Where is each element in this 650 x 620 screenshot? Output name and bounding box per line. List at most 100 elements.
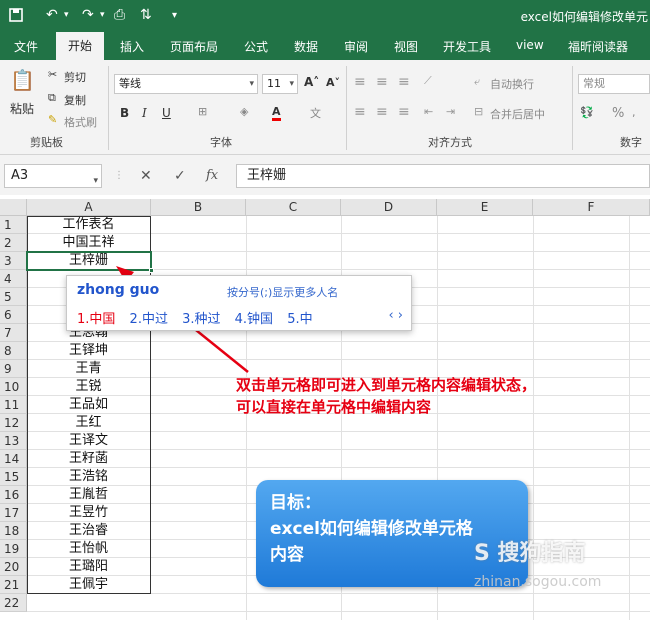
font-name-select[interactable]: 等线 ▾ bbox=[114, 74, 258, 94]
tab-page-layout[interactable]: 页面布局 bbox=[170, 38, 218, 55]
ime-candidate[interactable]: 3.种过 bbox=[182, 312, 220, 327]
font-size-select[interactable]: 11 ▾ bbox=[262, 74, 298, 94]
row-header[interactable]: 19 bbox=[0, 540, 27, 558]
print-preview-icon[interactable]: ⎙ bbox=[114, 7, 125, 23]
row-header[interactable]: 2 bbox=[0, 234, 27, 252]
grow-font-icon[interactable]: A˄ bbox=[304, 75, 319, 89]
ime-candidate[interactable]: 5.中 bbox=[287, 312, 312, 327]
cell-a16[interactable]: 王胤哲 bbox=[27, 486, 150, 504]
name-box[interactable]: A3 ▾ bbox=[4, 164, 102, 188]
align-bottom-icon[interactable]: ≡ bbox=[398, 74, 410, 90]
active-cell-a3[interactable] bbox=[26, 251, 154, 273]
confirm-icon[interactable]: ✓ bbox=[174, 168, 186, 184]
row-header[interactable]: 17 bbox=[0, 504, 27, 522]
border-icon[interactable]: ⊞ bbox=[198, 105, 207, 118]
fill-color-icon[interactable]: ◈ bbox=[240, 105, 248, 118]
tab-review[interactable]: 审阅 bbox=[344, 38, 368, 55]
phonetic-icon[interactable]: 文 bbox=[310, 105, 321, 121]
tab-file[interactable]: 文件 bbox=[14, 38, 38, 55]
row-header[interactable]: 20 bbox=[0, 558, 27, 576]
row-header[interactable]: 13 bbox=[0, 432, 27, 450]
row-header[interactable]: 9 bbox=[0, 360, 27, 378]
customize-icon[interactable]: ▾ bbox=[172, 10, 177, 21]
cell-a21[interactable]: 王佩宇 bbox=[27, 576, 150, 594]
paste-button[interactable]: 粘贴 bbox=[10, 100, 34, 117]
save-icon[interactable] bbox=[8, 7, 24, 27]
align-middle-icon[interactable]: ≡ bbox=[376, 74, 388, 90]
tab-insert[interactable]: 插入 bbox=[120, 38, 144, 55]
bold-button[interactable]: B bbox=[120, 106, 129, 120]
cut-button[interactable]: 剪切 bbox=[64, 69, 86, 85]
tab-view[interactable]: 视图 bbox=[394, 38, 418, 55]
cancel-icon[interactable]: ✕ bbox=[140, 168, 152, 184]
comma-icon[interactable]: , bbox=[632, 106, 636, 119]
redo-dropdown-icon[interactable]: ▾ bbox=[100, 10, 105, 20]
cell-a19[interactable]: 王怡帆 bbox=[27, 540, 150, 558]
column-header-c[interactable]: C bbox=[246, 199, 341, 216]
row-header[interactable]: 1 bbox=[0, 216, 27, 234]
row-header[interactable]: 21 bbox=[0, 576, 27, 594]
fill-handle[interactable] bbox=[149, 268, 154, 273]
column-header-e[interactable]: E bbox=[437, 199, 533, 216]
italic-button[interactable]: I bbox=[142, 106, 147, 120]
cell-a22[interactable] bbox=[27, 594, 150, 612]
column-header-d[interactable]: D bbox=[341, 199, 437, 216]
align-center-icon[interactable]: ≡ bbox=[376, 104, 388, 120]
row-header[interactable]: 15 bbox=[0, 468, 27, 486]
decrease-indent-icon[interactable]: ⇤ bbox=[424, 105, 433, 118]
row-header[interactable]: 4 bbox=[0, 270, 27, 288]
merge-center-button[interactable]: 合并后居中 bbox=[490, 106, 545, 122]
column-header-a[interactable]: A bbox=[27, 199, 151, 216]
redo-icon[interactable]: ↷ bbox=[82, 7, 94, 23]
row-header[interactable]: 5 bbox=[0, 288, 27, 306]
cell-a13[interactable]: 王译文 bbox=[27, 432, 150, 450]
currency-icon[interactable]: 💱 bbox=[580, 106, 594, 119]
wrap-text-button[interactable]: 自动换行 bbox=[490, 76, 534, 92]
column-header-b[interactable]: B bbox=[151, 199, 246, 216]
cell-a11[interactable]: 王品如 bbox=[27, 396, 150, 414]
paste-icon[interactable]: 📋 bbox=[10, 68, 35, 92]
cell-a2[interactable]: 中国王祥 bbox=[27, 234, 150, 252]
ime-candidate[interactable]: 2.中过 bbox=[130, 312, 168, 327]
shrink-font-icon[interactable]: A˅ bbox=[326, 76, 340, 89]
ime-page-nav[interactable]: ‹ › bbox=[388, 308, 403, 323]
align-left-icon[interactable]: ≡ bbox=[354, 104, 366, 120]
cell-a20[interactable]: 王璐阳 bbox=[27, 558, 150, 576]
cell-a18[interactable]: 王治睿 bbox=[27, 522, 150, 540]
undo-icon[interactable]: ↶ bbox=[46, 7, 58, 23]
cell-a14[interactable]: 王籽菡 bbox=[27, 450, 150, 468]
row-header[interactable]: 12 bbox=[0, 414, 27, 432]
select-all-corner[interactable] bbox=[0, 199, 27, 216]
tab-data[interactable]: 数据 bbox=[294, 38, 318, 55]
tab-formulas[interactable]: 公式 bbox=[244, 38, 268, 55]
percent-button[interactable]: % bbox=[612, 106, 624, 121]
align-top-icon[interactable]: ≡ bbox=[354, 74, 366, 90]
cell-a8[interactable]: 王铎坤 bbox=[27, 342, 150, 360]
cell-a9[interactable]: 王青 bbox=[27, 360, 150, 378]
number-format-select[interactable]: 常规 bbox=[578, 74, 650, 94]
column-header-f[interactable]: F bbox=[533, 199, 650, 216]
ime-candidate[interactable]: 4.钟国 bbox=[235, 312, 273, 327]
align-right-icon[interactable]: ≡ bbox=[398, 104, 410, 120]
tab-developer[interactable]: 开发工具 bbox=[443, 38, 491, 55]
increase-indent-icon[interactable]: ⇥ bbox=[446, 105, 455, 118]
sort-icon[interactable]: ⇅ bbox=[140, 7, 152, 23]
row-header[interactable]: 7 bbox=[0, 324, 27, 342]
ime-candidate[interactable]: 1.中国 bbox=[77, 312, 115, 327]
row-header[interactable]: 22 bbox=[0, 594, 27, 612]
tab-view-en[interactable]: view bbox=[516, 38, 544, 52]
row-header[interactable]: 10 bbox=[0, 378, 27, 396]
underline-button[interactable]: U bbox=[162, 106, 171, 120]
tab-foxit-reader[interactable]: 福昕阅读器 bbox=[568, 38, 628, 55]
cell-a1[interactable]: 工作表名 bbox=[27, 216, 150, 234]
cell-a10[interactable]: 王锐 bbox=[27, 378, 150, 396]
orientation-icon[interactable]: ⟋ bbox=[424, 74, 432, 88]
formula-input[interactable]: 王梓姗 bbox=[236, 164, 650, 188]
row-header[interactable]: 16 bbox=[0, 486, 27, 504]
row-header[interactable]: 18 bbox=[0, 522, 27, 540]
cell-a15[interactable]: 王浩铭 bbox=[27, 468, 150, 486]
row-header[interactable]: 14 bbox=[0, 450, 27, 468]
cell-a12[interactable]: 王红 bbox=[27, 414, 150, 432]
font-color-icon[interactable]: A bbox=[272, 105, 281, 121]
row-header[interactable]: 11 bbox=[0, 396, 27, 414]
